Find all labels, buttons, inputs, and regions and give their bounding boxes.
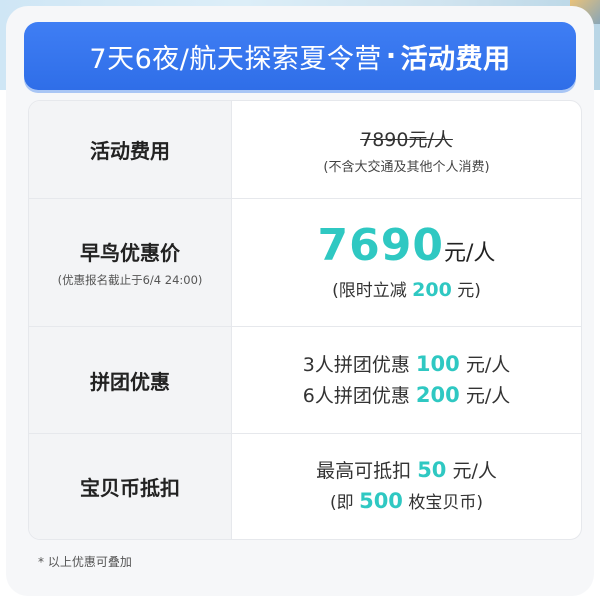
group-amount: 200 [415, 383, 460, 407]
coin-prefix: 最高可抵扣 [316, 460, 412, 482]
title-subtitle: 活动费用 [400, 43, 511, 75]
coin-equivalent-line: (即 500 枚宝贝币) [330, 486, 483, 518]
table-row-coin-deduction: 宝贝币抵扣 最高可抵扣 50 元/人 (即 500 枚宝贝币) [29, 434, 581, 539]
coin-count: 500 [359, 489, 403, 513]
title-text: 7天6夜/航天探索夏令营 [89, 43, 382, 75]
discount-amount: 200 [412, 279, 452, 301]
group-suffix: 元/人 [465, 385, 511, 407]
price-note: (不含大交通及其他个人消费) [323, 159, 490, 175]
row-value-cell: 7690 元/人 (限时立减 200 元) [232, 199, 581, 326]
group-amount: 100 [415, 352, 460, 376]
price-unit: 元/人 [444, 241, 496, 266]
row-label-cell: 拼团优惠 [29, 327, 232, 433]
row-label-cell: 活动费用 [29, 101, 232, 198]
group-prefix: 6人拼团优惠 [302, 385, 410, 407]
coin-eq-suffix: 枚宝贝币) [408, 493, 483, 513]
group-discount-line: 6人拼团优惠 200 元/人 [303, 380, 510, 411]
row-label: 早鸟优惠价 [80, 241, 180, 265]
group-prefix: 3人拼团优惠 [302, 354, 410, 376]
row-label-cell: 早鸟优惠价 (优惠报名截止于6/4 24:00) [29, 199, 232, 326]
row-label-cell: 宝贝币抵扣 [29, 434, 232, 539]
coin-suffix: 元/人 [452, 460, 497, 482]
discount-line: (限时立减 200 元) [332, 276, 481, 301]
coin-deduction-line: 最高可抵扣 50 元/人 [316, 455, 497, 486]
title-separator: · [385, 40, 397, 72]
group-discount-line: 3人拼团优惠 100 元/人 [303, 349, 510, 380]
row-value-cell: 3人拼团优惠 100 元/人 6人拼团优惠 200 元/人 [232, 327, 581, 433]
table-row-early-bird: 早鸟优惠价 (优惠报名截止于6/4 24:00) 7690 元/人 (限时立减 … [29, 199, 581, 327]
coin-amount: 50 [417, 458, 447, 482]
discount-suffix: 元) [457, 281, 481, 301]
row-label: 宝贝币抵扣 [80, 476, 180, 500]
deadline-note: (优惠报名截止于6/4 24:00) [57, 273, 203, 287]
row-label: 活动费用 [90, 139, 170, 163]
title-banner: 7天6夜/航天探索夏令营 · 活动费用 [24, 22, 576, 90]
row-label: 拼团优惠 [90, 369, 170, 394]
group-suffix: 元/人 [465, 354, 511, 376]
fee-table: 活动费用 7890元/人 (不含大交通及其他个人消费) 早鸟优惠价 (优惠报名截… [28, 100, 582, 540]
original-price: 7890元/人 [360, 128, 453, 151]
early-bird-price: 7690 元/人 [318, 224, 496, 268]
footnote: * 以上优惠可叠加 [38, 555, 132, 569]
row-value-cell: 最高可抵扣 50 元/人 (即 500 枚宝贝币) [232, 434, 581, 539]
discount-prefix: (限时立减 [332, 281, 407, 301]
early-bird-amount: 7690 [317, 220, 445, 271]
table-row-activity-fee: 活动费用 7890元/人 (不含大交通及其他个人消费) [29, 101, 581, 199]
row-value-cell: 7890元/人 (不含大交通及其他个人消费) [232, 101, 581, 198]
coin-eq-prefix: (即 [330, 493, 354, 513]
table-row-group-discount: 拼团优惠 3人拼团优惠 100 元/人 6人拼团优惠 200 元/人 [29, 327, 581, 434]
